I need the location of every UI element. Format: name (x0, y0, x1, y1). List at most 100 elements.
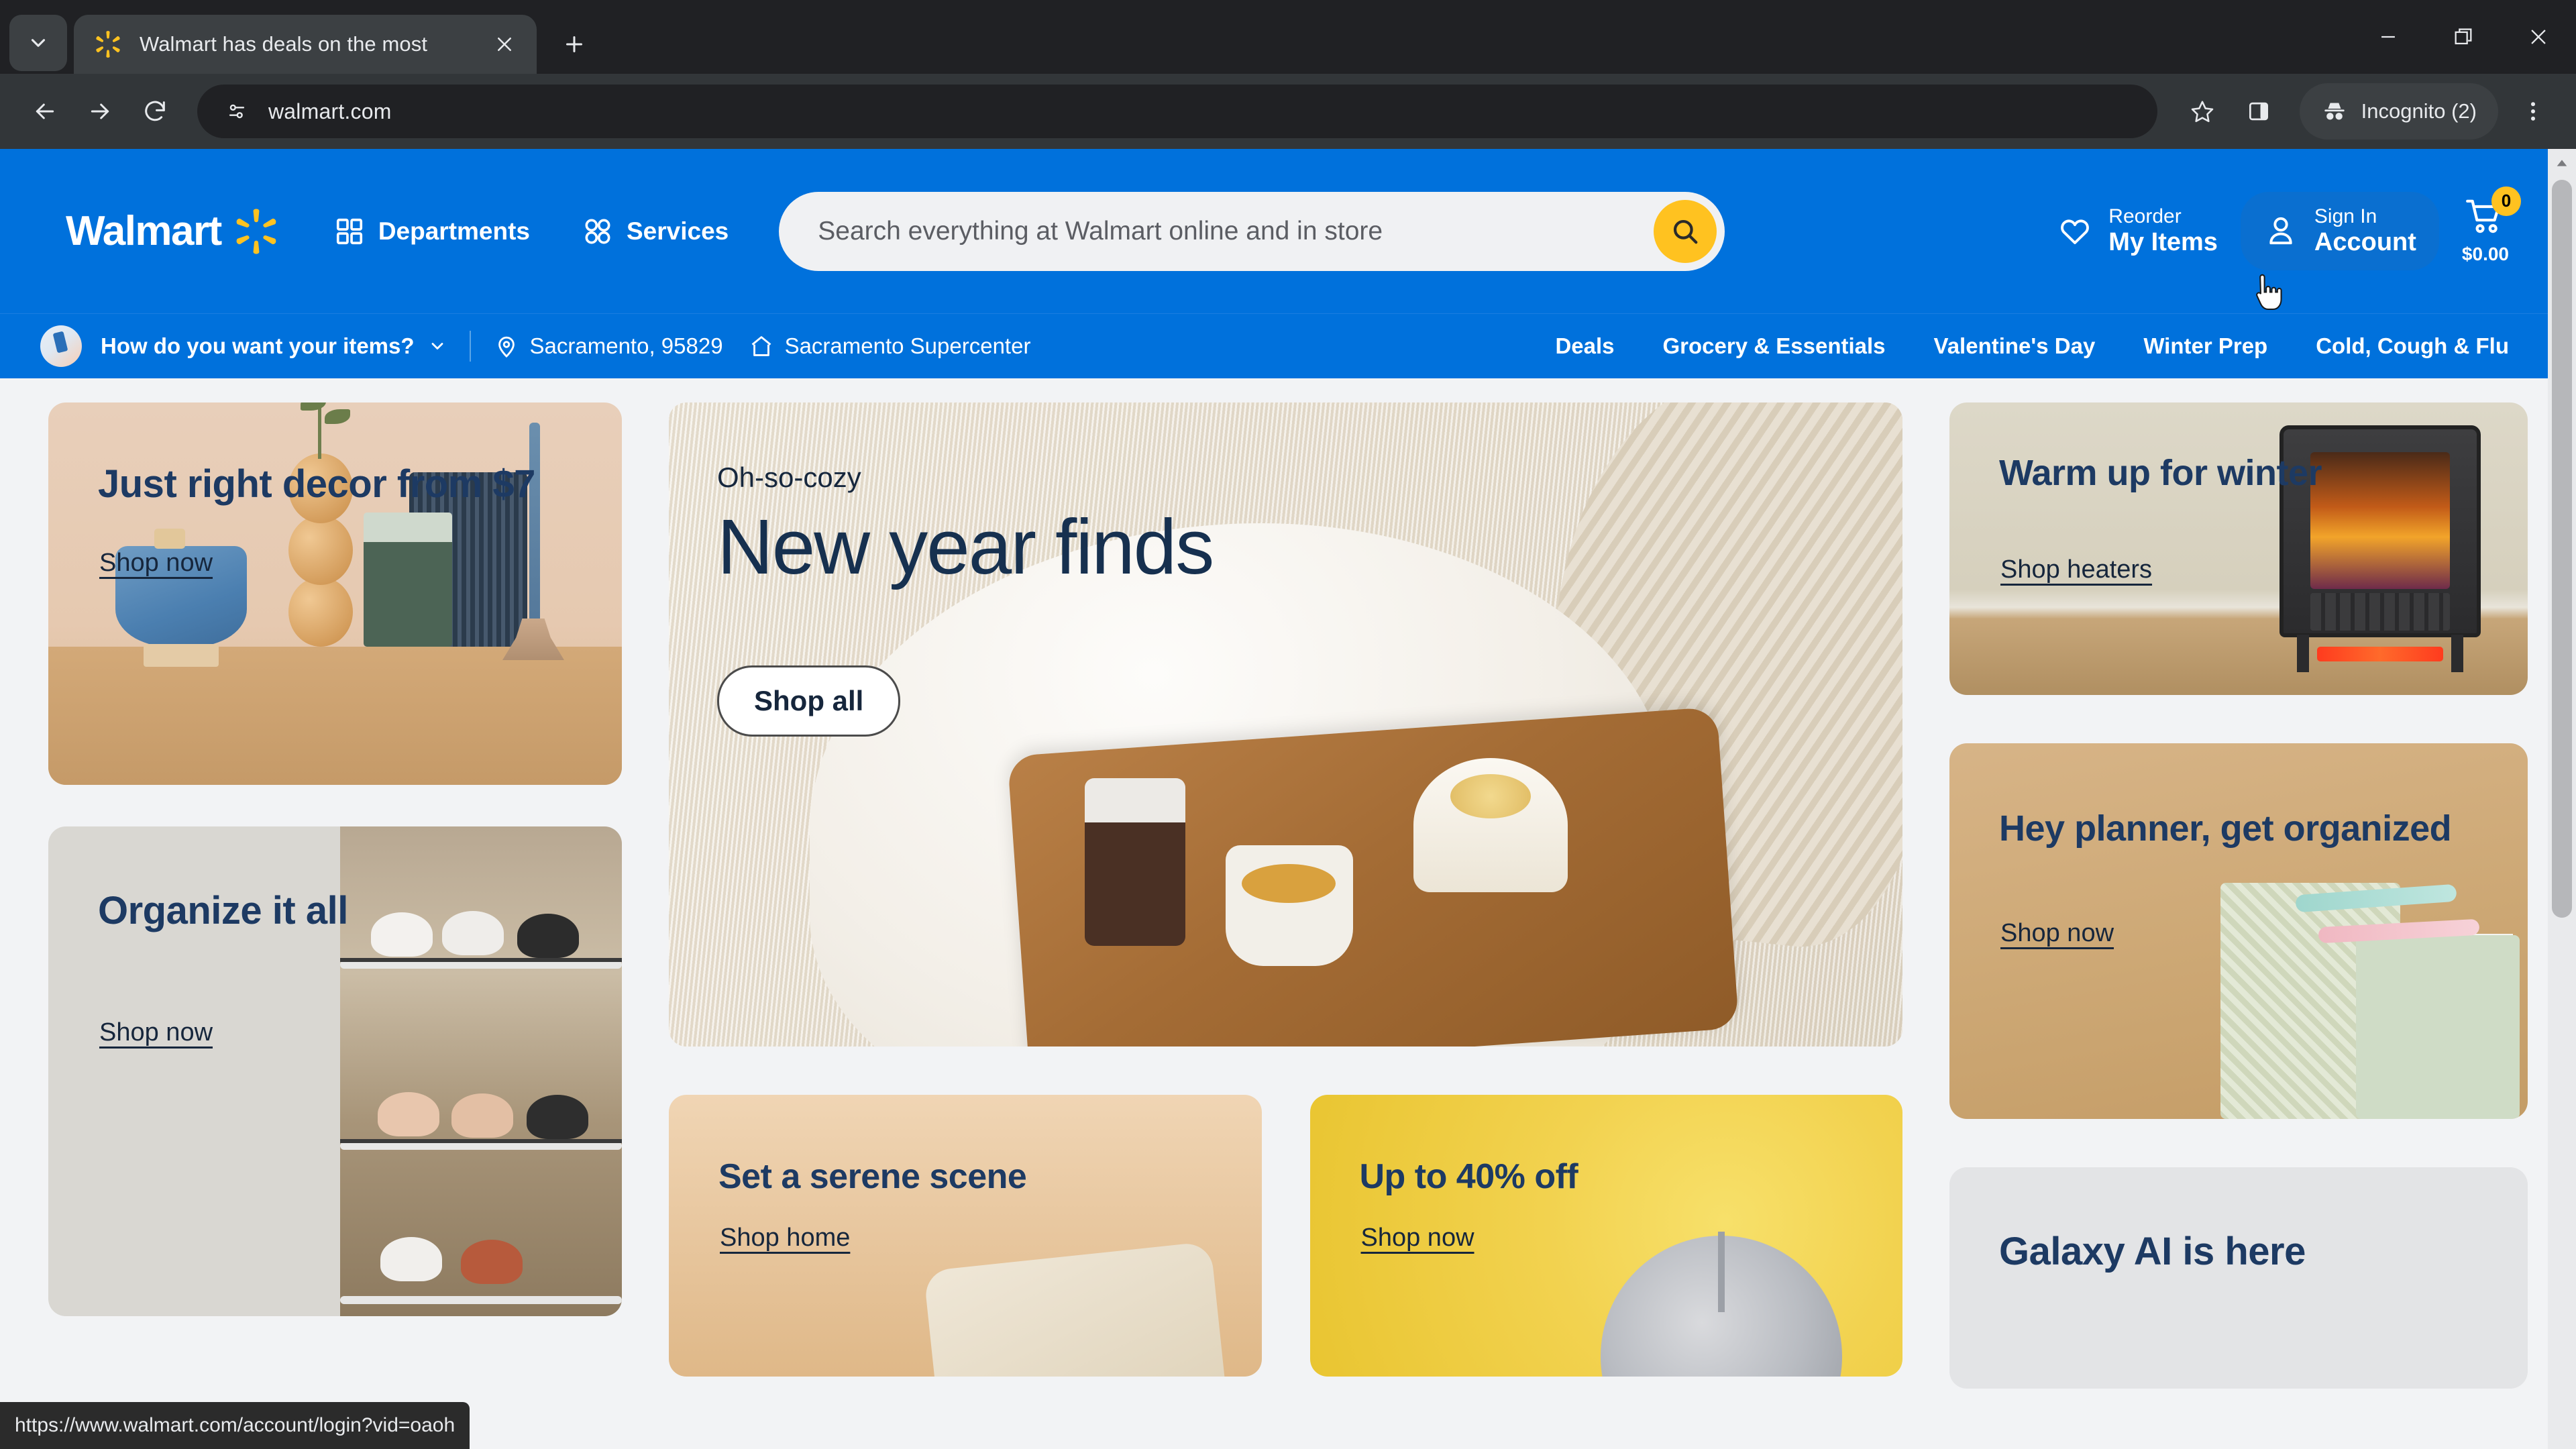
card-serene-title: Set a serene scene (718, 1157, 1027, 1196)
subnav-link-grocery-essentials[interactable]: Grocery & Essentials (1663, 333, 1886, 359)
shoe-rack-image (340, 826, 622, 1316)
hero-eyebrow: Oh-so-cozy (717, 462, 861, 493)
cart-amount: $0.00 (2461, 243, 2509, 264)
search-icon (1674, 219, 1698, 244)
close-window-button[interactable] (2501, 0, 2576, 74)
card-serene-link[interactable]: Shop home (720, 1224, 850, 1252)
walmart-logo[interactable]: Walmart (66, 206, 282, 257)
departments-button[interactable]: Departments (334, 216, 530, 247)
scroll-up-arrow-icon[interactable] (2548, 149, 2576, 177)
card-organize-title: Organize it all (98, 889, 348, 932)
search-input[interactable]: Search everything at Walmart online and … (779, 191, 1725, 271)
subnav-link-winter-prep[interactable]: Winter Prep (2143, 333, 2267, 359)
subnav-link-cold-cough-flu[interactable]: Cold, Cough & Flu (2316, 333, 2509, 359)
bookmark-star-icon[interactable] (2176, 85, 2229, 138)
walmart-header: Walmart Departments Services Search ever… (0, 149, 2576, 313)
window-controls (2351, 0, 2576, 74)
grid-icon (336, 218, 362, 244)
card-galaxy-title: Galaxy AI is here (1999, 1230, 2306, 1273)
card-planner-title: Hey planner, get organized (1999, 808, 2452, 849)
organize-photo (340, 826, 622, 1316)
decor-vase-image (288, 402, 353, 647)
reorder-my-items-button[interactable]: Reorder My Items (2035, 192, 2241, 270)
back-button[interactable] (17, 84, 72, 139)
walmart-spark-icon (96, 31, 120, 58)
reload-button[interactable] (127, 84, 182, 139)
hero-candle-image (1413, 758, 1568, 892)
decor-taper-candle-image (529, 423, 540, 624)
map-pin-icon (498, 336, 515, 358)
sign-in-account-button[interactable]: Sign In Account (2240, 192, 2439, 270)
card-decor[interactable]: Just right decor from $7 Shop now (48, 402, 622, 785)
card-serene-scene[interactable]: Set a serene scene Shop home (669, 1095, 1262, 1377)
new-tab-button[interactable] (551, 21, 597, 67)
url-text: walmart.com (268, 99, 392, 123)
walmart-spark-icon (236, 208, 276, 254)
departments-label: Departments (378, 217, 530, 245)
right-column: Warm up for winter Shop heaters Hey plan… (1949, 402, 2528, 1389)
browser-tab[interactable]: Walmart has deals on the most (74, 15, 537, 74)
site-settings-icon[interactable] (220, 95, 254, 128)
reorder-label: Reorder (2108, 205, 2182, 228)
card-decor-title: Just right decor from $7 (98, 462, 535, 506)
four-circles-icon (585, 219, 610, 244)
card-galaxy-ai[interactable]: Galaxy AI is here (1949, 1167, 2528, 1389)
cart-count-badge: 0 (2491, 186, 2521, 216)
fulfillment-icon (40, 325, 82, 367)
planner-notebook-green-image (2356, 935, 2520, 1119)
card-organize-link[interactable]: Shop now (99, 1018, 213, 1047)
card-decor-link[interactable]: Shop now (99, 549, 213, 578)
person-icon (2269, 217, 2292, 245)
shelf-surface (48, 647, 622, 785)
hero-shop-all-button[interactable]: Shop all (717, 665, 901, 737)
search-submit-button[interactable] (1654, 199, 1717, 263)
fulfillment-label: How do you want your items? (101, 333, 415, 358)
card-planner-link[interactable]: Shop now (2000, 919, 2114, 948)
page-scrollbar[interactable] (2548, 149, 2576, 1449)
incognito-indicator[interactable]: Incognito (2) (2299, 83, 2498, 140)
mid-card-row: Set a serene scene Shop home Up to 40% o… (669, 1095, 1902, 1377)
decor-candle-image (364, 513, 452, 647)
tab-close-button[interactable] (486, 25, 523, 63)
side-panel-icon[interactable] (2233, 85, 2285, 138)
serene-pillow-image (922, 1241, 1232, 1377)
subnav-categories: Deals Grocery & Essentials Valentine's D… (1507, 333, 2509, 359)
minimize-button[interactable] (2351, 0, 2426, 74)
walmart-subnav: How do you want your items? Sacramento, … (0, 313, 2576, 378)
incognito-label: Incognito (2) (2361, 99, 2477, 123)
sign-in-label: Sign In (2314, 205, 2377, 228)
address-bar[interactable]: walmart.com (197, 85, 2157, 138)
account-label: Account (2314, 228, 2416, 257)
offer-appliance-image (1601, 1236, 1842, 1377)
page-viewport: Walmart Departments Services Search ever… (0, 149, 2576, 1449)
location-label: Sacramento, 95829 (529, 333, 723, 358)
scrollbar-thumb[interactable] (2552, 180, 2572, 918)
tab-search-button[interactable] (9, 15, 67, 71)
card-hero[interactable]: Oh-so-cozy New year finds Shop all (669, 402, 1902, 1046)
store-label: Sacramento Supercenter (784, 333, 1031, 358)
maximize-button[interactable] (2426, 0, 2501, 74)
cart-button[interactable]: 0 $0.00 (2461, 186, 2521, 265)
main-content: Just right decor from $7 Shop now Organi… (0, 378, 2576, 1389)
browser-window: Walmart has deals on the most walmart.co… (0, 0, 2576, 1449)
card-planner[interactable]: Hey planner, get organized Shop now (1949, 743, 2528, 1119)
forward-button[interactable] (72, 84, 127, 139)
chevron-down-icon (431, 343, 443, 350)
card-warm-up[interactable]: Warm up for winter Shop heaters (1949, 402, 2528, 695)
walmart-wordmark: Walmart (66, 208, 222, 254)
search-placeholder: Search everything at Walmart online and … (818, 216, 1383, 246)
card-offer[interactable]: Up to 40% off Shop now (1309, 1095, 1902, 1377)
location-selector[interactable]: Sacramento, 95829 Sacramento Supercenter (494, 332, 1031, 360)
card-offer-link[interactable]: Shop now (1361, 1224, 1474, 1252)
card-organize[interactable]: Organize it all Shop now (48, 826, 622, 1316)
card-warm-link[interactable]: Shop heaters (2000, 555, 2152, 584)
card-offer-title: Up to 40% off (1359, 1157, 1578, 1196)
store-icon (751, 336, 771, 356)
services-button[interactable]: Services (582, 216, 729, 247)
three-dots-icon[interactable] (2508, 86, 2559, 137)
left-column: Just right decor from $7 Shop now Organi… (48, 402, 622, 1316)
subnav-link-deals[interactable]: Deals (1555, 333, 1614, 359)
subnav-link-valentines-day[interactable]: Valentine's Day (1934, 333, 2096, 359)
fulfillment-selector[interactable]: How do you want your items? (40, 325, 447, 367)
hero-coffee-cup-image (1226, 845, 1353, 966)
